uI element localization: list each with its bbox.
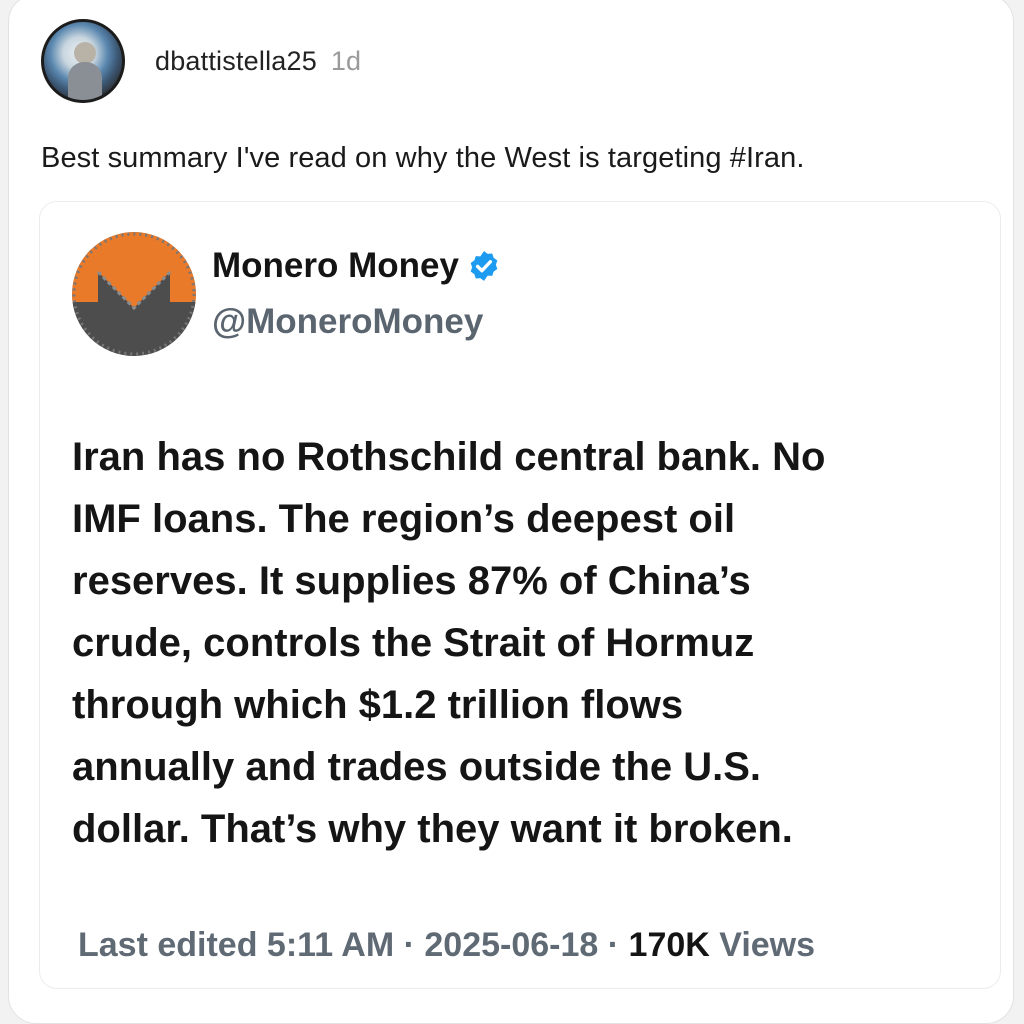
post-text: Best summary I've read on why the West i…	[41, 142, 805, 174]
post-header: dbattistella25 1d	[41, 19, 361, 103]
quoted-body: Iran has no Rothschild central bank. No …	[72, 426, 982, 860]
views-count[interactable]: 170K	[629, 926, 710, 964]
post-card: dbattistella25 1d Best summary I've read…	[8, 0, 1014, 1024]
body-line: annually and trades outside the U.S.	[72, 745, 762, 789]
quoted-display-name[interactable]: Monero Money	[212, 246, 459, 286]
edited-label[interactable]: Last edited 5:11 AM	[78, 926, 394, 964]
avatar-head	[74, 42, 96, 64]
body-line: IMF loans. The region’s deepest oil	[72, 497, 736, 541]
user-avatar[interactable]	[41, 19, 125, 103]
post-username[interactable]: dbattistella25	[155, 46, 317, 77]
body-line: Iran has no Rothschild central bank. No	[72, 435, 826, 479]
views-label: Views	[709, 926, 816, 964]
body-line: crude, controls the Strait of Hormuz	[72, 621, 755, 665]
monero-avatar[interactable]	[72, 232, 196, 356]
quoted-post[interactable]: Monero Money @MoneroMoney Iran has no Ro…	[39, 201, 1001, 989]
quoted-name-row: Monero Money	[212, 246, 501, 286]
quoted-handle[interactable]: @MoneroMoney	[212, 302, 483, 342]
avatar-figure	[68, 62, 102, 100]
post-timestamp: 1d	[330, 45, 361, 76]
quoted-footer: Last edited 5:11 AM · 2025-06-18 · 170K …	[78, 926, 815, 965]
body-line: through which $1.2 trillion flows	[72, 683, 684, 727]
footer-separator: ·	[598, 926, 629, 964]
footer-separator: ·	[394, 926, 425, 964]
body-line: dollar. That’s why they want it broken.	[72, 807, 793, 851]
body-line: reserves. It supplies 87% of China’s	[72, 559, 751, 603]
post-date: 2025-06-18	[424, 926, 599, 964]
monero-logo-icon	[72, 232, 196, 356]
verified-badge-icon	[470, 251, 498, 281]
